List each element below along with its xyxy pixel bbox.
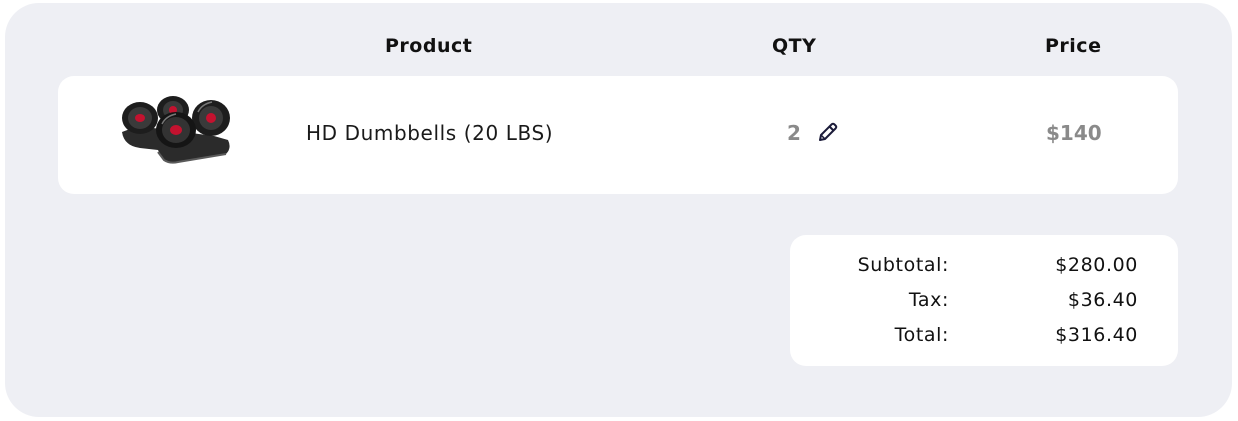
- product-name: HD Dumbbells (20 LBS): [306, 121, 554, 145]
- order-summary: Subtotal: $280.00 Tax: $36.40 Total: $31…: [790, 235, 1178, 366]
- total-line: Total: $316.40: [790, 323, 1178, 347]
- qty-column-header: QTY: [772, 35, 817, 57]
- subtotal-value: $280.00: [1055, 254, 1138, 276]
- item-price: $140: [1046, 121, 1102, 145]
- subtotal-line: Subtotal: $280.00: [790, 253, 1178, 277]
- tax-value: $36.40: [1067, 289, 1138, 311]
- total-label: Total:: [894, 324, 949, 346]
- subtotal-label: Subtotal:: [857, 254, 949, 276]
- total-value: $316.40: [1055, 324, 1138, 346]
- cart-panel: Product QTY Price HD Dumbbells (20 LBS) …: [5, 3, 1232, 417]
- tax-line: Tax: $36.40: [790, 288, 1178, 312]
- cart-item-row: HD Dumbbells (20 LBS) 2 $140: [58, 76, 1178, 194]
- product-column-header: Product: [385, 35, 473, 57]
- dumbbells-image: [122, 96, 230, 164]
- quantity-value: 2: [787, 121, 801, 145]
- tax-label: Tax:: [908, 289, 949, 311]
- pencil-icon[interactable]: [816, 120, 840, 144]
- price-column-header: Price: [1045, 35, 1102, 57]
